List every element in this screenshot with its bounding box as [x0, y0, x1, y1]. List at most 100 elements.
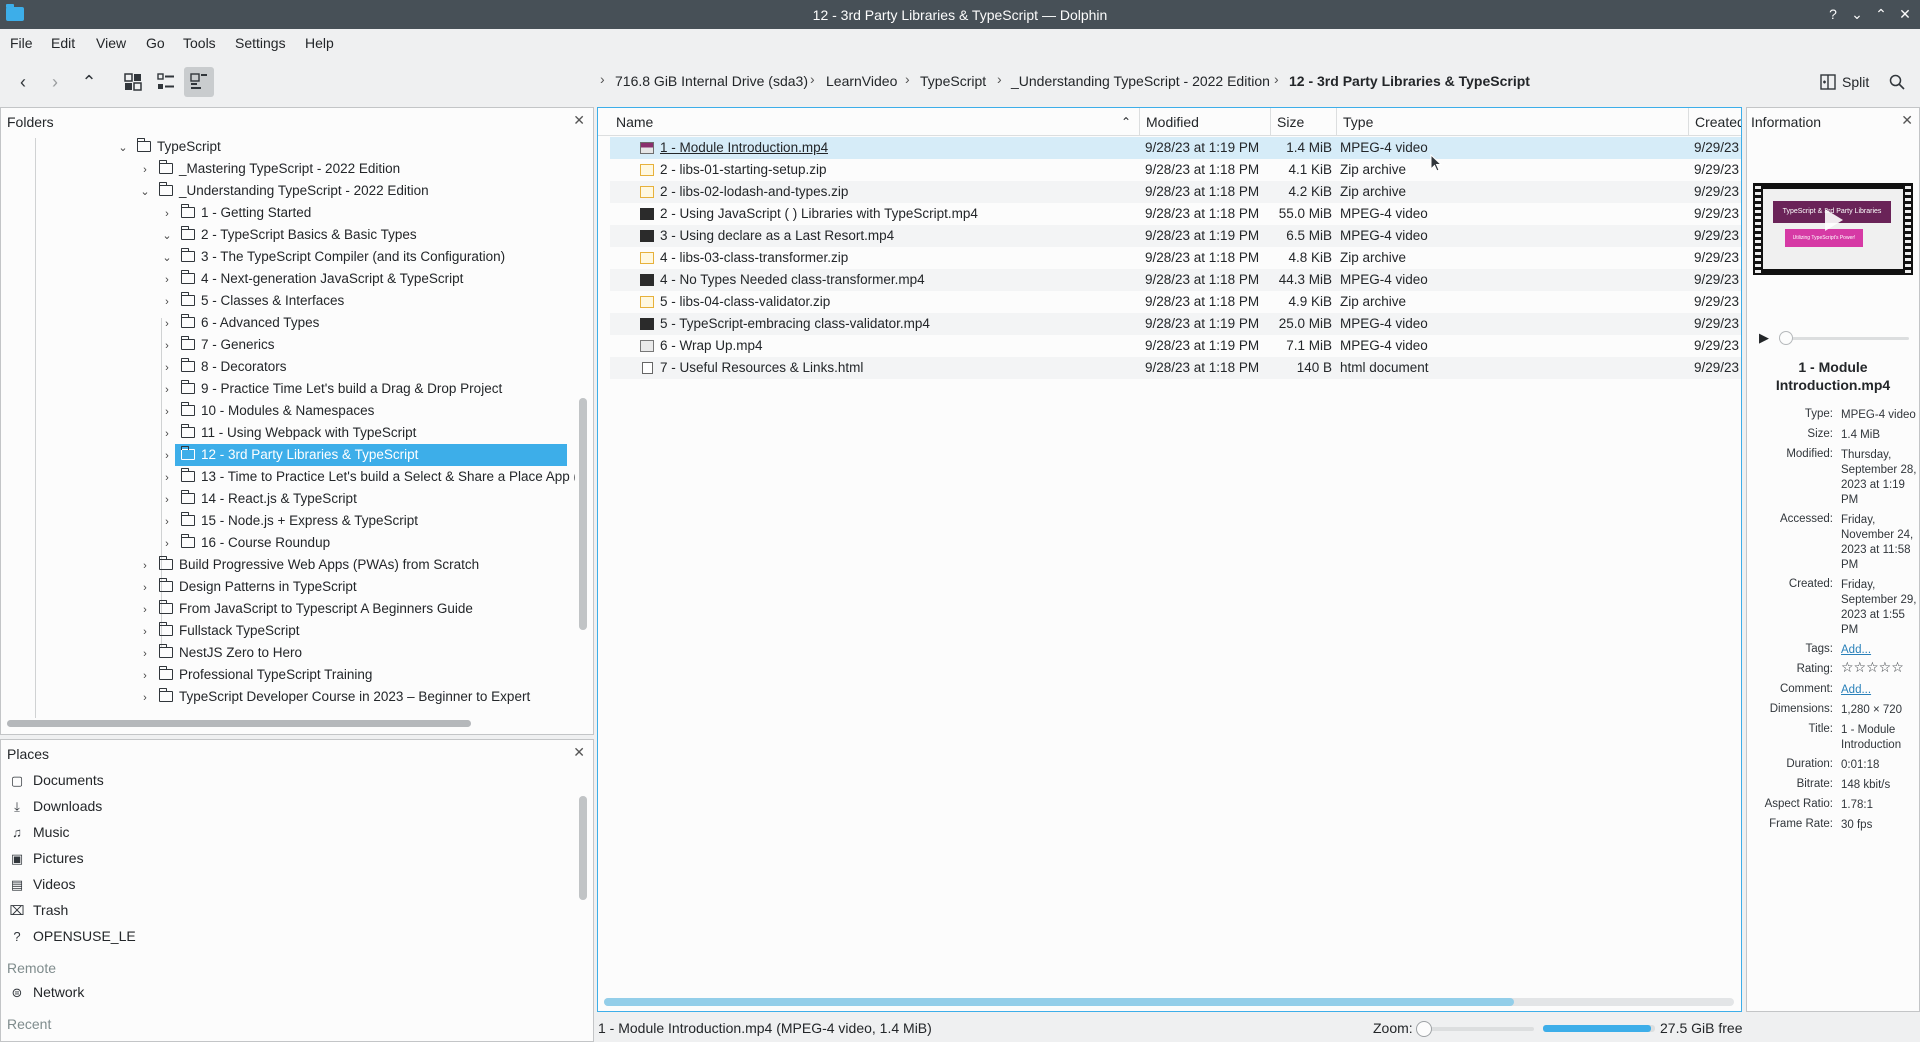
- tree-item[interactable]: › TypeScript Developer Course in 2023 – B…: [137, 686, 575, 708]
- tree-item[interactable]: › 4 - Next-generation JavaScript & TypeSc…: [159, 268, 575, 290]
- close-folders-panel-button[interactable]: ✕: [573, 112, 585, 129]
- menu-view[interactable]: View: [96, 35, 126, 51]
- tree-item[interactable]: › 14 - React.js & TypeScript: [159, 488, 575, 510]
- up-button[interactable]: ⌃: [74, 67, 104, 97]
- place-music[interactable]: ♫ Music: [9, 820, 69, 844]
- tree-item[interactable]: › 5 - Classes & Interfaces: [159, 290, 575, 312]
- close-places-panel-button[interactable]: ✕: [573, 744, 585, 761]
- tree-item-selected[interactable]: › 12 - 3rd Party Libraries & TypeScript: [159, 444, 575, 466]
- column-type[interactable]: Type: [1337, 108, 1689, 136]
- folders-vertical-scrollbar[interactable]: [579, 398, 587, 630]
- column-modified[interactable]: Modified: [1140, 108, 1271, 136]
- column-size[interactable]: Size: [1271, 108, 1337, 136]
- file-row[interactable]: 2 - Using JavaScript ( ) Libraries with …: [610, 203, 1741, 225]
- playback-slider[interactable]: [1779, 331, 1909, 345]
- place-network[interactable]: ⊜ Network: [9, 980, 85, 1004]
- tree-item[interactable]: › Design Patterns in TypeScript: [137, 576, 575, 598]
- chevron-right-icon[interactable]: ›: [159, 533, 175, 555]
- tree-item[interactable]: › From JavaScript to Typescript A Beginne…: [137, 598, 575, 620]
- menu-edit[interactable]: Edit: [51, 35, 75, 51]
- file-row[interactable]: 2 - libs-01-starting-setup.zip 9/28/23 at…: [610, 159, 1741, 181]
- place-opensuse[interactable]: ? OPENSUSE_LE: [9, 924, 135, 948]
- zoom-slider[interactable]: [1416, 1021, 1534, 1037]
- file-row[interactable]: 3 - Using declare as a Last Resort.mp4 9/…: [610, 225, 1741, 247]
- column-created[interactable]: Created: [1689, 108, 1741, 136]
- places-vertical-scrollbar[interactable]: [579, 796, 587, 900]
- chevron-down-icon[interactable]: ⌄: [137, 181, 153, 203]
- menu-help[interactable]: Help: [305, 35, 334, 51]
- file-row[interactable]: 7 - Useful Resources & Links.html 9/28/23…: [610, 357, 1741, 379]
- chevron-right-icon[interactable]: ›: [137, 643, 153, 665]
- menu-file[interactable]: File: [10, 35, 33, 51]
- file-row[interactable]: 6 - Wrap Up.mp4 9/28/23 at 1:19 PM 7.1 MiB…: [610, 335, 1741, 357]
- icons-view-button[interactable]: [118, 67, 148, 97]
- minimize-button[interactable]: ⌄: [1848, 5, 1866, 23]
- split-button[interactable]: Split: [1820, 67, 1869, 97]
- menu-settings[interactable]: Settings: [235, 35, 286, 51]
- breadcrumb-understanding[interactable]: _Understanding TypeScript - 2022 Edition: [1011, 73, 1270, 89]
- tree-item[interactable]: › 11 - Using Webpack with TypeScript: [159, 422, 575, 444]
- chevron-right-icon[interactable]: ›: [159, 511, 175, 533]
- tree-item[interactable]: › 10 - Modules & Namespaces: [159, 400, 575, 422]
- breadcrumb-typescript[interactable]: TypeScript: [920, 73, 986, 89]
- place-downloads[interactable]: ⤓ Downloads: [9, 794, 102, 818]
- play-button[interactable]: ▶: [1759, 330, 1769, 346]
- chevron-right-icon[interactable]: ›: [159, 379, 175, 401]
- tree-item[interactable]: ⌄ TypeScript: [115, 136, 575, 158]
- scroll-thumb[interactable]: [579, 796, 587, 900]
- help-button[interactable]: ?: [1824, 5, 1842, 23]
- maximize-button[interactable]: ⌃: [1872, 5, 1890, 23]
- chevron-right-icon[interactable]: ›: [159, 467, 175, 488]
- compact-view-button[interactable]: [151, 67, 181, 97]
- chevron-right-icon[interactable]: ›: [159, 401, 175, 423]
- chevron-right-icon[interactable]: ›: [137, 665, 153, 687]
- chevron-down-icon[interactable]: ⌄: [159, 247, 175, 269]
- tree-item[interactable]: › 6 - Advanced Types: [159, 312, 575, 334]
- chevron-right-icon[interactable]: ›: [137, 577, 153, 599]
- tree-item[interactable]: › _Mastering TypeScript - 2022 Edition: [137, 158, 575, 180]
- scroll-thumb[interactable]: [604, 998, 1514, 1006]
- place-pictures[interactable]: ▣ Pictures: [9, 846, 84, 870]
- chevron-right-icon[interactable]: ›: [137, 159, 153, 181]
- chevron-down-icon[interactable]: ⌄: [115, 137, 131, 159]
- chevron-right-icon[interactable]: ›: [159, 357, 175, 379]
- tree-item[interactable]: › Fullstack TypeScript: [137, 620, 575, 642]
- chevron-right-icon[interactable]: ›: [137, 555, 153, 577]
- chevron-right-icon[interactable]: ›: [159, 489, 175, 511]
- file-row[interactable]: 4 - No Types Needed class-transformer.mp…: [610, 269, 1741, 291]
- file-row[interactable]: 1 - Module Introduction.mp4 9/28/23 at 1:…: [610, 137, 1741, 159]
- file-row[interactable]: 5 - libs-04-class-validator.zip 9/28/23 a…: [610, 291, 1741, 313]
- menu-tools[interactable]: Tools: [183, 35, 216, 51]
- chevron-right-icon[interactable]: ›: [137, 687, 153, 709]
- tree-item[interactable]: › Professional TypeScript Training: [137, 664, 575, 686]
- folders-horizontal-scrollbar[interactable]: [7, 720, 471, 727]
- place-videos[interactable]: ▤ Videos: [9, 872, 76, 896]
- menu-go[interactable]: Go: [146, 35, 165, 51]
- file-row[interactable]: 5 - TypeScript-embracing class-validator…: [610, 313, 1741, 335]
- chevron-right-icon[interactable]: ›: [159, 269, 175, 291]
- chevron-right-icon[interactable]: ›: [137, 621, 153, 643]
- add-comment-link[interactable]: Add...: [1841, 683, 1919, 698]
- breadcrumb-learnvideo[interactable]: LearnVideo: [826, 73, 897, 89]
- chevron-right-icon[interactable]: ›: [137, 599, 153, 621]
- tree-item[interactable]: › 8 - Decorators: [159, 356, 575, 378]
- search-button[interactable]: [1882, 67, 1912, 97]
- tree-item[interactable]: › 16 - Course Roundup: [159, 532, 575, 554]
- tree-item[interactable]: ⌄ 3 - The TypeScript Compiler (and its Co…: [159, 246, 575, 268]
- place-trash[interactable]: ⌧ Trash: [9, 898, 69, 922]
- chevron-right-icon[interactable]: ›: [159, 203, 175, 225]
- chevron-right-icon[interactable]: ›: [159, 423, 175, 445]
- tree-item[interactable]: › 13 - Time to Practice Let's build a Sel…: [159, 466, 575, 488]
- chevron-right-icon[interactable]: ›: [159, 335, 175, 357]
- video-preview[interactable]: TypeScript & 3rd Party Libraries Utilizi…: [1753, 183, 1913, 275]
- file-row[interactable]: 2 - libs-02-lodash-and-types.zip 9/28/23 …: [610, 181, 1741, 203]
- chevron-right-icon[interactable]: ›: [159, 291, 175, 313]
- file-row[interactable]: 4 - libs-03-class-transformer.zip 9/28/23…: [610, 247, 1741, 269]
- tree-item[interactable]: ⌄ _Understanding TypeScript - 2022 Editio…: [137, 180, 575, 202]
- breadcrumb-drive[interactable]: 716.8 GiB Internal Drive (sda3): [615, 73, 808, 89]
- chevron-right-icon[interactable]: ›: [159, 313, 175, 335]
- playback-slider-handle[interactable]: [1779, 331, 1793, 345]
- tree-item[interactable]: › 1 - Getting Started: [159, 202, 575, 224]
- tree-item[interactable]: ⌄ 2 - TypeScript Basics & Basic Types: [159, 224, 575, 246]
- column-name[interactable]: Name ⌃: [610, 108, 1140, 136]
